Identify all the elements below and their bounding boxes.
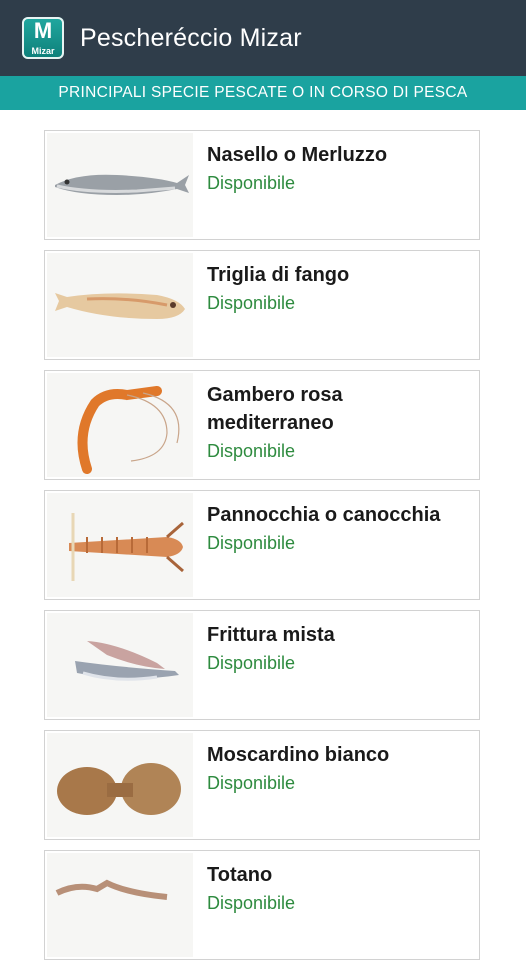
app-title: Pescheréccio Mizar [80, 23, 302, 52]
action-bar: M Mizar Pescheréccio Mizar [0, 0, 526, 76]
list-item[interactable]: Moscardino bianco Disponibile [44, 730, 480, 840]
list-item[interactable]: Triglia di fango Disponibile [44, 250, 480, 360]
species-name: Nasello o Merluzzo Disponibile [207, 144, 388, 193]
pink-shrimp-image [47, 373, 193, 477]
species-name: Frittura mista Disponibile [207, 624, 335, 673]
availability-status: Disponibile [207, 173, 296, 193]
hake-fish-image [47, 133, 193, 237]
availability-status: Disponibile [207, 293, 296, 313]
availability-status: Disponibile [207, 533, 296, 553]
mantis-shrimp-image [47, 493, 193, 597]
species-name: Moscardino bianco Disponibile [207, 744, 390, 793]
app-logo-icon[interactable]: M Mizar [22, 17, 64, 59]
species-name: Totano Disponibile [207, 864, 296, 913]
section-header: PRINCIPALI SPECIE PESCATE O IN CORSO DI … [0, 76, 526, 110]
availability-status: Disponibile [207, 441, 296, 461]
species-name: Gambero rosa mediterraneo Disponibile [207, 384, 343, 461]
mixed-fry-image [47, 613, 193, 717]
availability-status: Disponibile [207, 893, 296, 913]
species-name: Pannocchia o canocchia Disponibile [207, 504, 441, 553]
availability-status: Disponibile [207, 653, 296, 673]
squid-image [47, 853, 193, 957]
octopus-image [47, 733, 193, 837]
species-name: Triglia di fango Disponibile [207, 264, 350, 313]
list-item[interactable]: Gambero rosa mediterraneo Disponibile [44, 370, 480, 480]
list-item[interactable]: Nasello o Merluzzo Disponibile [44, 130, 480, 240]
list-item[interactable]: Frittura mista Disponibile [44, 610, 480, 720]
list-item[interactable]: Totano Disponibile [44, 850, 480, 960]
app-logo-letter: M [33, 18, 53, 43]
availability-status: Disponibile [207, 773, 296, 793]
list-item[interactable]: Pannocchia o canocchia Disponibile [44, 490, 480, 600]
red-mullet-image [47, 253, 193, 357]
app-logo-word: Mizar [31, 46, 55, 56]
